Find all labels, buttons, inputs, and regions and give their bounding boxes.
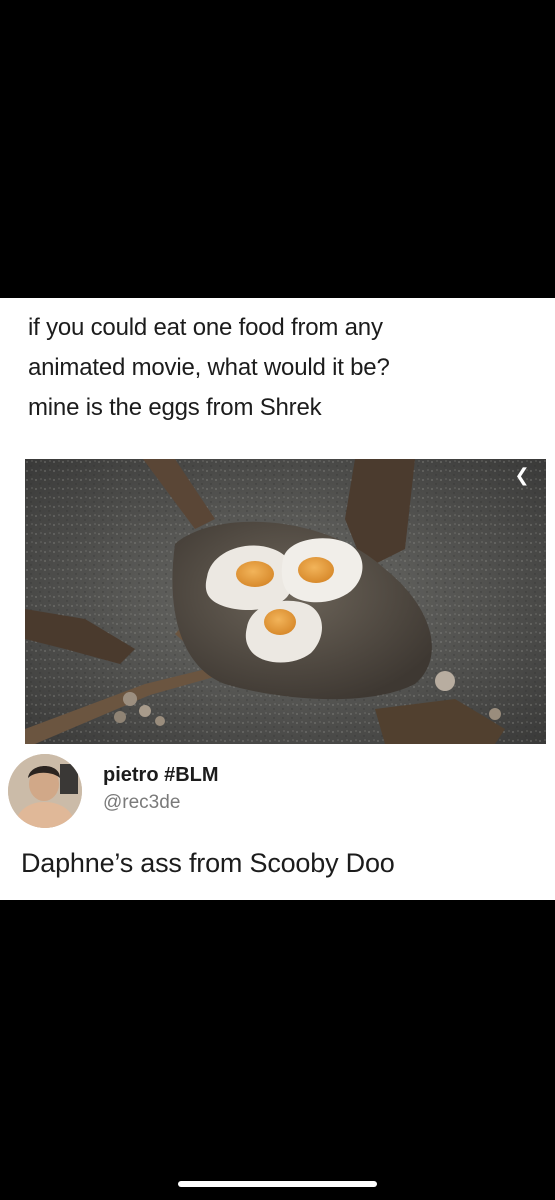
reply-handle[interactable]: @rec3de	[103, 792, 180, 814]
post-text-line-3: mine is the eggs from Shrek	[28, 394, 322, 421]
meme-card: if you could eat one food from any anima…	[0, 298, 555, 900]
reply-text: Daphne’s ass from Scooby Doo	[21, 848, 395, 878]
chevron-left-icon[interactable]: ❮	[508, 463, 536, 487]
eggs-illustration	[25, 459, 546, 744]
home-indicator[interactable]	[178, 1181, 377, 1187]
post-text: if you could eat one food from any anima…	[28, 308, 528, 428]
post-text-line-2: animated movie, what would it be?	[28, 354, 390, 381]
post-text-line-1: if you could eat one food from any	[28, 314, 383, 341]
reply-tweet: pietro #BLM @rec3de Daphne’s ass from Sc…	[0, 754, 555, 900]
reply-display-name[interactable]: pietro #BLM	[103, 764, 219, 787]
shrek-eggs-image: ❮	[25, 459, 546, 744]
avatar[interactable]	[8, 754, 82, 828]
avatar-photo	[8, 754, 82, 828]
